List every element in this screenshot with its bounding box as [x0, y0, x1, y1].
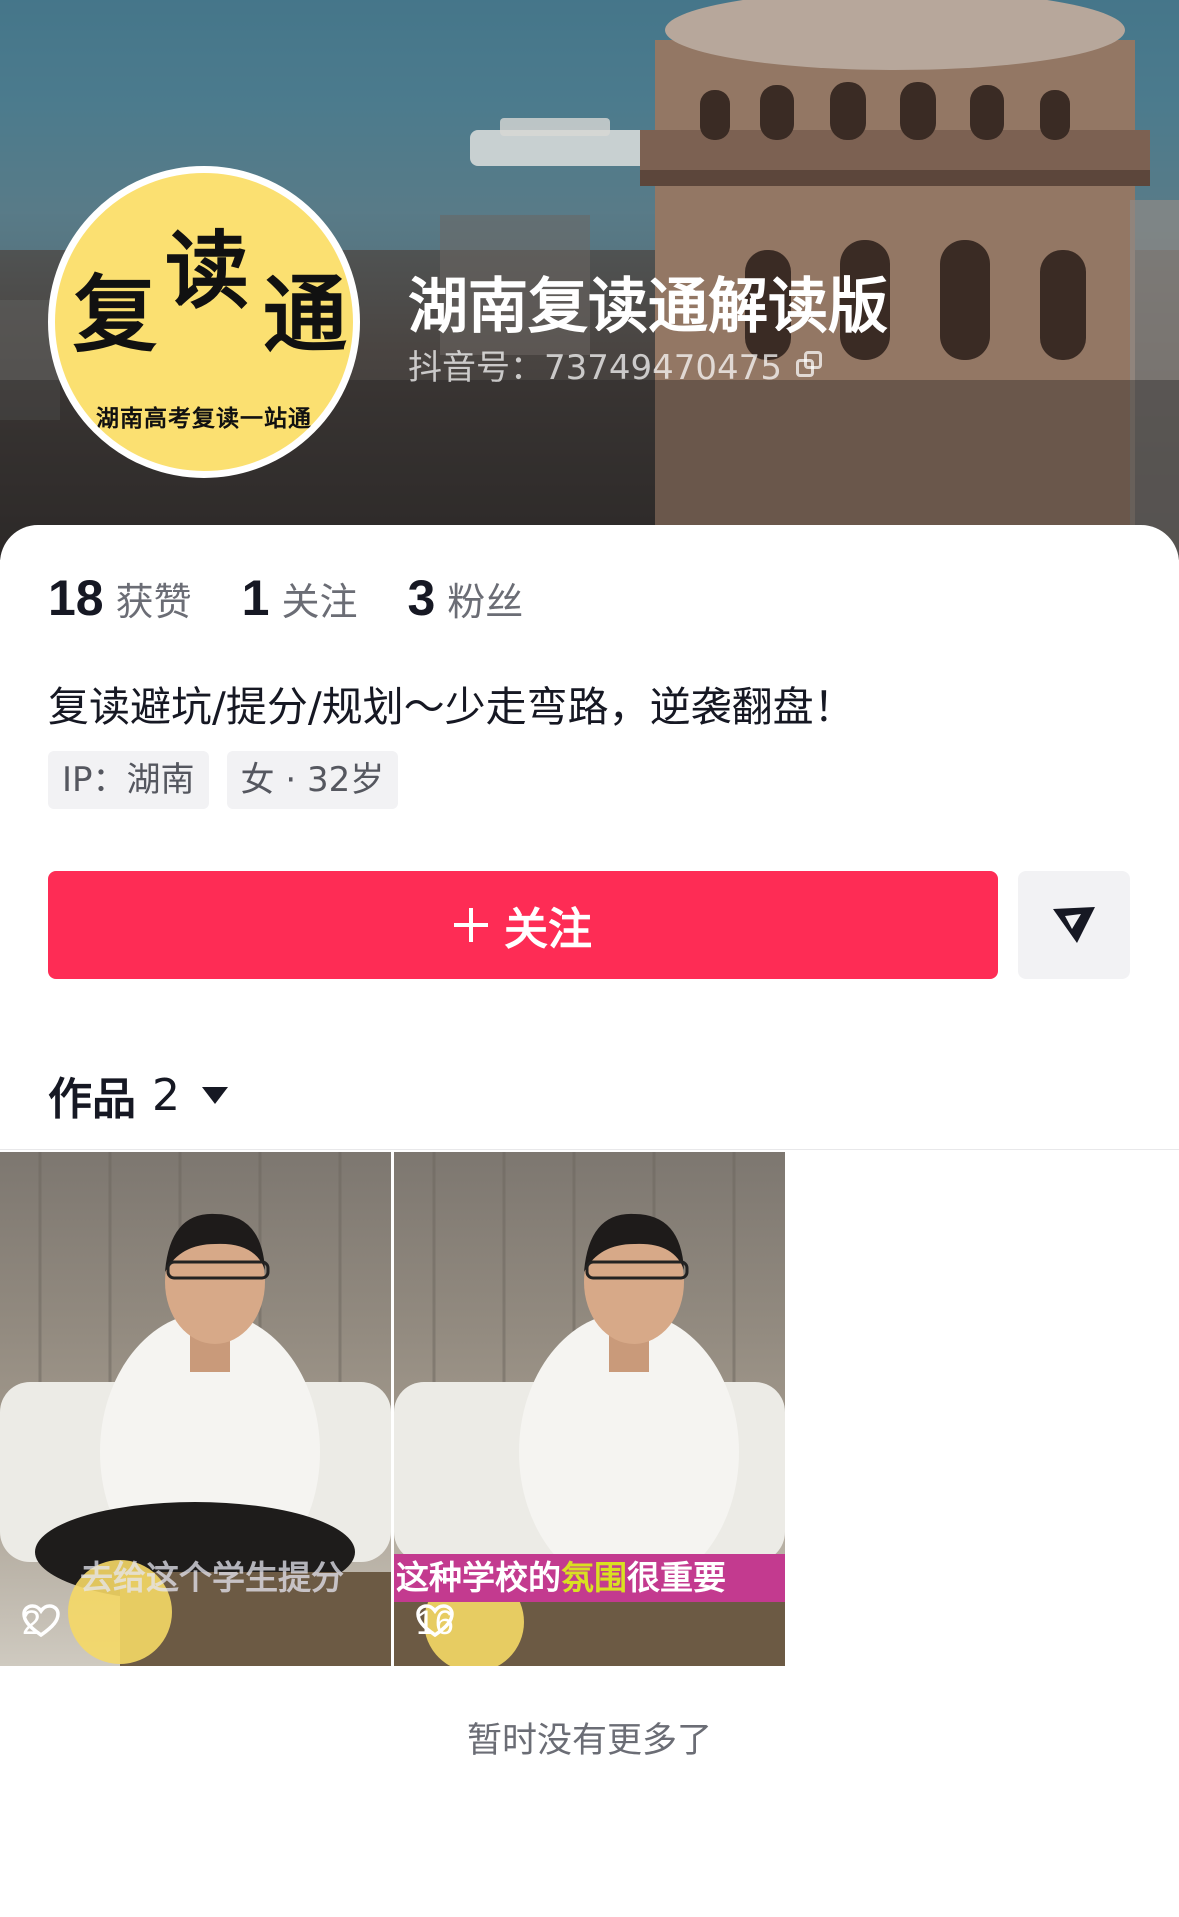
- works-count: 2: [152, 1069, 180, 1121]
- avatar[interactable]: 复 读 通 湖南高考复读一站通: [48, 166, 360, 478]
- video-thumbnail[interactable]: 这种学校的氛围很重要 16: [394, 1152, 785, 1666]
- avatar-char-2: 读: [165, 222, 250, 320]
- avatar-subtitle: 湖南高考复读一站通: [96, 406, 312, 432]
- douyin-id: 抖音号：73749470475: [408, 348, 782, 388]
- video-caption-part: 这种学校的: [396, 1558, 561, 1597]
- avatar-char-1: 复: [73, 266, 158, 364]
- caret-down-icon: [202, 1086, 228, 1104]
- video-likes: 2: [22, 1604, 60, 1643]
- douyin-id-row[interactable]: 抖音号：73749470475: [408, 340, 824, 389]
- works-label: 作品: [48, 1074, 136, 1125]
- profile-name: 湖南复读通解读版: [408, 272, 888, 342]
- profile-bio: 复读避坑/提分/规划～少走弯路，逆袭翻盘！: [48, 683, 855, 731]
- send-icon: [1053, 907, 1095, 943]
- stat-followers-label: 粉丝: [447, 580, 524, 624]
- profile-tags: IP：湖南 女 · 32岁: [48, 751, 416, 809]
- stats-row: 18 获赞 1 关注 3 粉丝: [48, 569, 573, 627]
- follow-button[interactable]: 关注: [48, 871, 998, 979]
- stat-followers-num: 3: [407, 570, 436, 626]
- video-caption-highlight: 氛围: [561, 1558, 627, 1597]
- stat-following-num: 1: [241, 570, 270, 626]
- follow-button-label: 关注: [504, 904, 592, 955]
- end-of-list-text: 暂时没有更多了: [466, 1721, 712, 1761]
- profile-card: 18 获赞 1 关注 3 粉丝 复读避坑/提分/规划～少走弯路，逆袭翻盘！ IP…: [0, 525, 1179, 1917]
- works-grid: 去给这个学生提分 2 这种学校的氛围很重要 16: [0, 1152, 788, 1666]
- copy-icon[interactable]: [795, 350, 824, 379]
- divider: [0, 1149, 1179, 1150]
- works-tab[interactable]: 作品 2: [48, 1063, 228, 1127]
- stat-likes-label: 获赞: [115, 580, 192, 624]
- video-caption-part: 很重要: [627, 1558, 726, 1597]
- stat-likes[interactable]: 18 获赞: [48, 569, 192, 627]
- stat-following[interactable]: 1 关注: [242, 569, 358, 627]
- profile-banner: 复 读 通 湖南高考复读一站通 湖南复读通解读版 抖音号：73749470475: [0, 0, 1179, 560]
- heart-icon: [22, 1604, 60, 1638]
- plus-icon: [454, 908, 488, 942]
- video-caption: 去给这个学生提分: [80, 1558, 344, 1597]
- stat-following-label: 关注: [281, 580, 358, 624]
- stat-likes-num: 18: [48, 570, 104, 626]
- gender-age-tag: 女 · 32岁: [226, 751, 399, 809]
- avatar-char-3: 通: [263, 266, 348, 364]
- video-likes: 16: [416, 1604, 454, 1643]
- send-message-button[interactable]: [1018, 871, 1130, 979]
- stat-followers[interactable]: 3 粉丝: [407, 569, 523, 627]
- ip-location-tag: IP：湖南: [48, 751, 209, 809]
- heart-icon: [416, 1604, 454, 1638]
- video-caption: 这种学校的氛围很重要: [394, 1554, 785, 1602]
- video-thumbnail[interactable]: 去给这个学生提分 2: [0, 1152, 391, 1666]
